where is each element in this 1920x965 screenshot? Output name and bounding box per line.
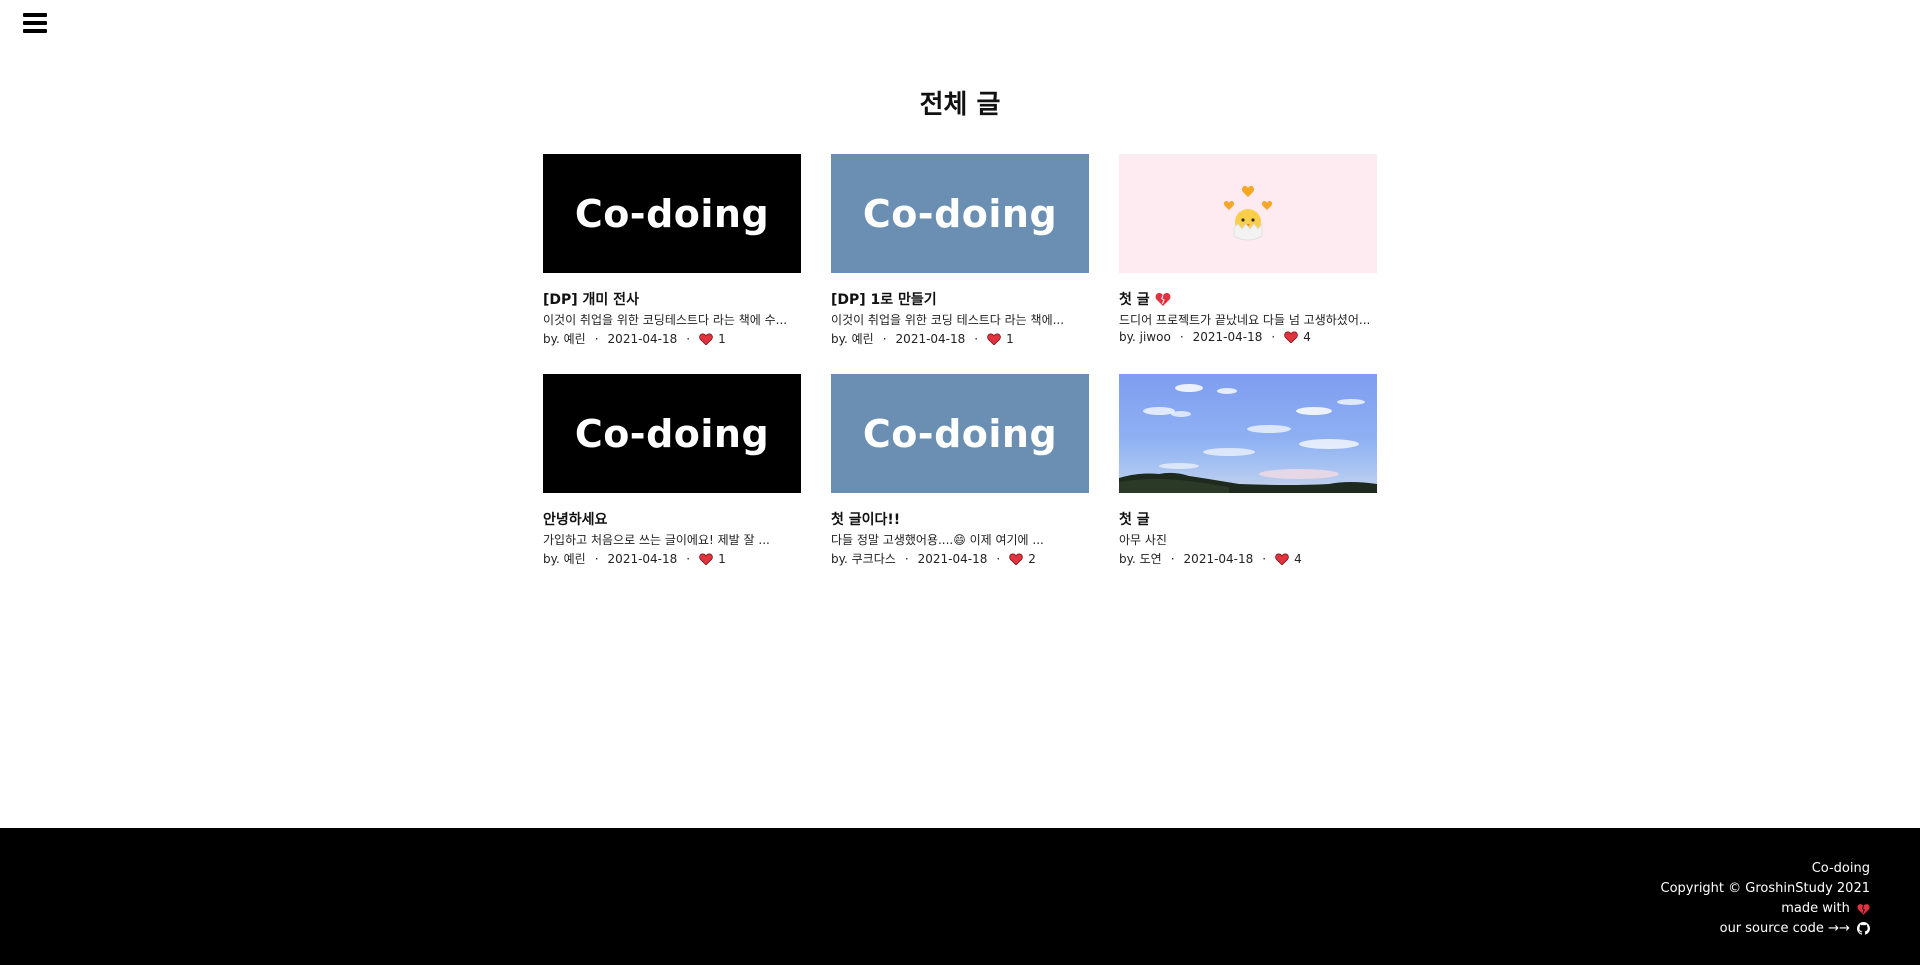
heart-icon [699,332,713,345]
meta-separator: · [1179,330,1184,344]
meta-separator: · [882,331,887,346]
heart-icon [987,332,1001,345]
meta-separator: · [996,551,1001,566]
post-like-count: 4 [1303,330,1311,344]
meta-separator: · [1271,330,1276,344]
post-date: 2021-04-18 [607,331,678,346]
post-date: 2021-04-18 [895,331,966,346]
post-author: by. 예린 [543,332,586,346]
post-date: 2021-04-18 [917,551,988,566]
post-like-count: 1 [718,331,726,346]
broken-heart-icon [1857,903,1870,915]
meta-separator: · [686,551,691,566]
heart-icon [1009,552,1023,565]
footer-source-link[interactable]: our source code →→ [0,919,1870,939]
post-meta: by. 예린 · 2021-04-18 · 1 [543,550,801,567]
heart-icon [1275,552,1289,565]
post-thumbnail[interactable] [1119,154,1377,273]
post-excerpt: 드디어 프로젝트가 끝났네요 다들 넘 고생하셨어... [1119,313,1371,327]
post-thumbnail[interactable]: Co-doing [543,154,801,273]
post-excerpt: 가입하고 처음으로 쓰는 글이에요! 제발 잘 ... [543,533,770,547]
post-like-count: 1 [1006,331,1014,346]
post-meta: by. 쿠크다스 · 2021-04-18 · 2 [831,550,1089,567]
post-title[interactable]: [DP] 1로 만들기 [831,289,1089,309]
post-author: by. 예린 [543,552,586,566]
meta-separator: · [594,551,599,566]
meta-separator: · [1170,551,1175,566]
footer-made-with: made with [0,899,1870,919]
heart-icon [699,552,713,565]
chick-with-hearts-icon [1223,185,1273,240]
heart-icon [1284,331,1298,343]
post-author: by. jiwoo [1119,330,1171,344]
post-card[interactable]: Co-doing [DP] 개미 전사 이것이 취업을 위한 코딩테스트다 라는… [543,154,801,347]
page-title: 전체 글 [919,90,1001,120]
post-date: 2021-04-18 [1192,330,1263,344]
post-like-count: 2 [1028,551,1036,566]
post-author: by. 예린 [831,332,874,346]
meta-separator: · [904,551,909,566]
broken-heart-icon [1155,292,1170,306]
meta-separator: · [594,331,599,346]
thumbnail-logo-text: Co-doing [574,411,770,456]
post-date: 2021-04-18 [607,551,678,566]
post-title-text: 첫 글 [1119,292,1150,308]
thumbnail-logo-text: Co-doing [862,191,1058,236]
post-thumbnail[interactable] [1119,374,1377,493]
footer-copyright: Copyright © GroshinStudy 2021 [1660,881,1871,896]
post-date: 2021-04-18 [1183,551,1254,566]
post-thumbnail[interactable]: Co-doing [831,154,1089,273]
thumbnail-logo-text: Co-doing [862,411,1058,456]
source-code-text[interactable]: our source code →→ [1720,921,1850,936]
post-author: by. 도연 [1119,552,1162,566]
post-like-count: 4 [1294,551,1302,566]
footer-brand: Co-doing [1811,861,1870,876]
post-title[interactable]: [DP] 개미 전사 [543,289,801,309]
meta-separator: · [1262,551,1267,566]
github-icon[interactable] [1857,922,1870,935]
post-card[interactable]: 첫 글 아무 사진 by. 도연 · 2021-04-18 · 4 [1119,374,1377,567]
post-card[interactable]: 첫 글 드디어 프로젝트가 끝났네요 다들 넘 고생하셨어... by. jiw… [1119,154,1377,347]
post-card[interactable]: Co-doing [DP] 1로 만들기 이것이 취업을 위한 코딩 테스트다 … [831,154,1089,347]
post-title[interactable]: 첫 글 [1119,509,1377,529]
post-excerpt: 다들 정말 고생했어용....😄 이제 여기에 ... [831,533,1044,547]
post-thumbnail[interactable]: Co-doing [543,374,801,493]
meta-separator: · [686,331,691,346]
post-excerpt: 아무 사진 [1119,533,1167,547]
post-card[interactable]: Co-doing 안녕하세요 가입하고 처음으로 쓰는 글이에요! 제발 잘 .… [543,374,801,567]
post-excerpt: 이것이 취업을 위한 코딩테스트다 라는 책에 수... [543,313,788,327]
post-thumbnail[interactable]: Co-doing [831,374,1089,493]
post-meta: by. 도연 · 2021-04-18 · 4 [1119,550,1377,567]
hamburger-menu-icon[interactable] [23,13,47,33]
post-excerpt: 이것이 취업을 위한 코딩 테스트다 라는 책에... [831,313,1065,327]
footer: Co-doing Copyright © GroshinStudy 2021 m… [0,828,1920,965]
post-meta: by. 예린 · 2021-04-18 · 1 [831,330,1089,347]
made-with-text: made with [1781,901,1850,916]
meta-separator: · [974,331,979,346]
post-like-count: 1 [718,551,726,566]
post-grid: Co-doing [DP] 개미 전사 이것이 취업을 위한 코딩테스트다 라는… [543,154,1379,567]
post-title[interactable]: 첫 글 [1119,289,1377,309]
post-meta: by. 예린 · 2021-04-18 · 1 [543,330,801,347]
sky-photo [1119,384,1377,493]
post-title[interactable]: 안녕하세요 [543,509,801,529]
post-card[interactable]: Co-doing 첫 글이다!! 다들 정말 고생했어용....😄 이제 여기에… [831,374,1089,567]
post-author: by. 쿠크다스 [831,552,896,566]
thumbnail-logo-text: Co-doing [574,191,770,236]
post-title[interactable]: 첫 글이다!! [831,509,1089,529]
post-meta: by. jiwoo · 2021-04-18 · 4 [1119,330,1377,344]
